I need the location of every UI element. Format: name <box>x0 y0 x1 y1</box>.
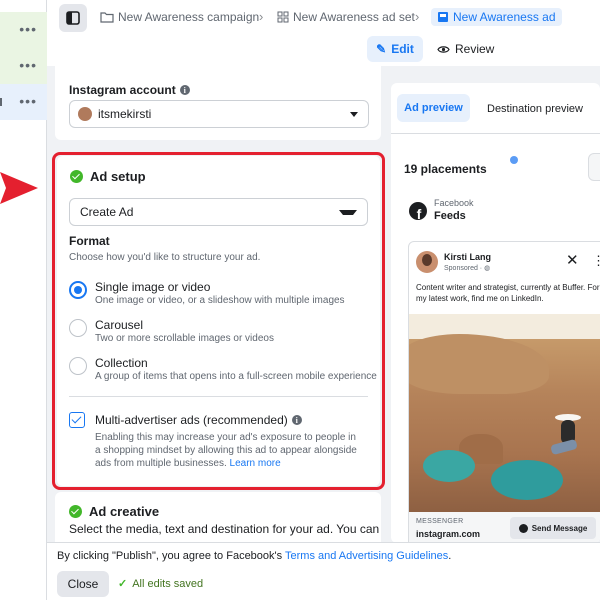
eye-icon <box>437 45 450 53</box>
feed-post-preview: Kirsti Lang Sponsored · ◍ ✕ ⋮ Content wr… <box>408 241 600 543</box>
tab-destination-preview[interactable]: Destination preview <box>487 103 583 115</box>
more-vertical-icon[interactable]: ⋮ <box>592 254 600 268</box>
post-image <box>409 314 600 512</box>
checkmark-icon: ✓ <box>118 578 128 590</box>
chevron-right-icon: › <box>415 9 420 24</box>
send-message-button[interactable]: Send Message <box>510 517 596 539</box>
messenger-icon <box>518 523 528 533</box>
instagram-account-section: Instagram account i itsmekirsti <box>55 66 381 140</box>
mode-toggle: ✎ Edit Review <box>47 36 600 66</box>
ad-preview-panel: Ad preview Destination preview 19 placem… <box>391 83 600 543</box>
avatar <box>416 251 438 273</box>
edit-button[interactable]: ✎ Edit <box>367 36 423 62</box>
post-cta-bar: MESSENGER instagram.com Send Message <box>409 512 600 543</box>
review-button[interactable]: Review <box>437 36 497 62</box>
cta-domain: instagram.com <box>416 529 481 539</box>
breadcrumb-campaign[interactable]: New Awareness campaign <box>100 10 259 24</box>
facebook-icon: f <box>409 202 427 220</box>
highlight-box-annotation <box>52 152 385 490</box>
placements-count: 19 placements <box>404 162 487 176</box>
tree-row-campaign[interactable]: ••• <box>0 12 47 48</box>
cursor-dot <box>510 156 518 164</box>
grid-icon <box>277 11 289 23</box>
more-icon[interactable]: ••• <box>19 22 37 36</box>
instagram-account-label: Instagram account i <box>69 83 190 97</box>
publish-footer: By clicking "Publish", you agree to Face… <box>47 542 600 600</box>
caret-down-icon <box>350 112 358 117</box>
ad-creative-subtitle: Select the media, text and destination f… <box>69 522 380 536</box>
sponsored-label: Sponsored · ◍ <box>444 265 491 272</box>
more-icon[interactable]: ••• <box>19 94 37 108</box>
check-circle-icon <box>69 505 82 518</box>
info-icon[interactable]: i <box>179 85 190 95</box>
globe-icon: ◍ <box>484 265 491 272</box>
terms-link[interactable]: Terms and Advertising Guidelines <box>285 550 448 562</box>
red-arrow-annotation <box>0 172 38 204</box>
avatar <box>78 107 92 121</box>
close-button[interactable]: Close <box>57 571 109 597</box>
breadcrumb-ad[interactable]: New Awareness ad <box>431 8 562 26</box>
close-icon[interactable]: ✕ <box>566 253 579 268</box>
terms-notice: By clicking "Publish", you agree to Face… <box>57 550 452 562</box>
breadcrumb-adset[interactable]: New Awareness ad set <box>277 10 415 24</box>
breadcrumb: New Awareness campaign › New Awareness a… <box>47 0 600 36</box>
instagram-account-select[interactable]: itsmekirsti <box>69 100 369 128</box>
save-status: ✓ All edits saved <box>118 577 204 591</box>
sidebar-toggle-button[interactable] <box>59 4 87 32</box>
expand-button[interactable] <box>588 153 600 181</box>
post-text: Content writer and strategist, currently… <box>416 283 600 303</box>
cta-source-label: MESSENGER <box>416 518 464 525</box>
sidebar-icon <box>66 11 80 25</box>
post-author: Kirsti Lang <box>444 252 492 262</box>
tab-ad-preview[interactable]: Ad preview <box>397 94 470 122</box>
more-icon[interactable]: ••• <box>19 58 37 72</box>
editor-main: New Awareness campaign › New Awareness a… <box>47 0 600 600</box>
ad-creative-title: Ad creative <box>69 504 159 519</box>
tree-row-ad[interactable]: ••• <box>0 84 47 120</box>
ad-creative-section: Ad creative Select the media, text and d… <box>55 492 381 542</box>
ad-icon <box>438 12 448 22</box>
campaign-tree: ••• ••• ••• <box>0 0 47 600</box>
placement-name: Feeds <box>434 210 466 222</box>
chevron-right-icon: › <box>259 9 264 24</box>
divider <box>391 133 600 134</box>
platform-name: Facebook <box>434 198 474 208</box>
pencil-icon: ✎ <box>376 42 387 56</box>
tree-row-adset[interactable]: ••• <box>0 48 47 84</box>
folder-icon <box>100 12 114 23</box>
